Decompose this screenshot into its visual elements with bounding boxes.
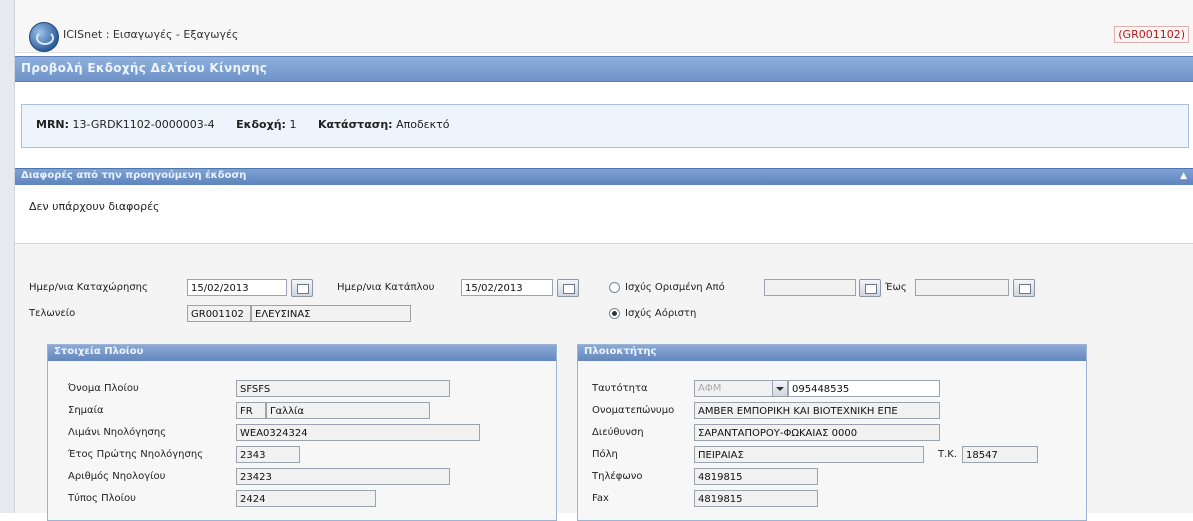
differences-header[interactable]: Διαφορές από την προηγούμενη έκδοση ▲ (15, 168, 1193, 185)
ship-type-label: Τύπος Πλοίου (68, 493, 136, 504)
first-registration-year-label: Έτος Πρώτης Νηολόγησης (68, 449, 204, 460)
registry-port-input[interactable]: WEA0324324 (236, 424, 480, 441)
arrival-date-input[interactable]: 15/02/2013 (461, 279, 553, 296)
address-input[interactable]: ΣΑΡΑΝΤΑΠΟΡΟΥ-ΦΩΚΑΙΑΣ 0000 (694, 424, 940, 441)
ship-name-label: Όνομα Πλοίου (68, 383, 139, 394)
ship-panel-header: Στοιχεία Πλοίου (48, 345, 556, 361)
city-label: Πόλη (592, 449, 618, 460)
customs-label: Τελωνείο (29, 308, 76, 319)
registry-number-input[interactable]: 23423 (236, 468, 450, 485)
differences-text: Δεν υπάρχουν διαφορές (29, 200, 160, 213)
page-header-bar: Προβολή Εκδοχής Δελτίου Κίνησης (15, 56, 1193, 82)
valid-from-calendar-icon[interactable] (859, 279, 881, 297)
identity-type-select[interactable]: ΑΦΜ (694, 380, 788, 397)
address-label: Διεύθυνση (592, 427, 644, 438)
flag-name-input: Γαλλία (266, 402, 430, 419)
fax-label: Fax (592, 493, 609, 504)
version-label: Εκδοχή: (236, 118, 286, 131)
owner-panel-title: Πλοιοκτήτης (584, 346, 657, 357)
page-title: Προβολή Εκδοχής Δελτίου Κίνησης (21, 61, 268, 75)
fax-input[interactable]: 4819815 (694, 490, 818, 507)
first-registration-year-input[interactable]: 2343 (236, 446, 300, 463)
valid-from-radio[interactable] (609, 282, 620, 293)
city-input[interactable]: ΠΕΙΡΑΙΑΣ (694, 446, 924, 463)
flag-code-input[interactable]: FR (236, 402, 266, 419)
left-frame-strip (0, 0, 15, 513)
identity-label: Ταυτότητα (592, 383, 648, 394)
office-code-badge: (GR001102) (1114, 26, 1189, 43)
mrn-info-box: MRN: 13-GRDK1102-0000003-4 Εκδοχή: 1 Κατ… (21, 104, 1189, 148)
title-bar: ICISnet : Εισαγωγές - Εξαγωγές (GR001102… (15, 0, 1193, 53)
phone-label: Τηλέφωνο (592, 471, 643, 482)
registration-date-label: Ημερ/νια Καταχώρησης (29, 282, 148, 293)
customs-name-input: ΕΛΕΥΣΙΝΑΣ (251, 305, 411, 322)
ship-name-input[interactable]: SFSFS (236, 380, 450, 397)
differences-panel: Δεν υπάρχουν διαφορές (15, 185, 1193, 244)
chevron-down-icon[interactable] (772, 381, 787, 396)
identity-number-input[interactable]: 095448535 (788, 380, 940, 397)
arrival-date-label: Ημερ/νια Κατάπλου (337, 282, 435, 293)
registration-date-input[interactable]: 15/02/2013 (187, 279, 287, 296)
mrn-value: 13-GRDK1102-0000003-4 (72, 118, 215, 131)
until-calendar-icon[interactable] (1013, 279, 1035, 297)
declaration-form: Ημερ/νια Καταχώρησης 15/02/2013 Ημερ/νια… (15, 244, 1193, 521)
arrival-date-calendar-icon[interactable] (557, 279, 579, 297)
registration-date-calendar-icon[interactable] (291, 279, 313, 297)
unlimited-validity-label: Ισχύς Αόριστη (625, 308, 697, 319)
status-value: Αποδεκτό (396, 118, 450, 131)
version-value: 1 (289, 118, 297, 131)
app-title: ICISnet : Εισαγωγές - Εξαγωγές (63, 28, 239, 41)
ship-panel-title: Στοιχεία Πλοίου (54, 346, 144, 357)
phone-input[interactable]: 4819815 (694, 468, 818, 485)
differences-title: Διαφορές από την προηγούμενη έκδοση (21, 170, 247, 181)
registry-number-label: Αριθμός Νηολογίου (68, 471, 166, 482)
unlimited-validity-radio[interactable] (609, 308, 620, 319)
ship-panel: Στοιχεία Πλοίου Όνομα Πλοίου SFSFS Σημαί… (47, 344, 557, 521)
mrn-line: MRN: 13-GRDK1102-0000003-4 Εκδοχή: 1 Κατ… (36, 118, 449, 131)
postal-code-label: Τ.Κ. (938, 449, 958, 460)
ship-type-input[interactable]: 2424 (236, 490, 376, 507)
mrn-label: MRN: (36, 118, 70, 131)
owner-panel: Πλοιοκτήτης Ταυτότητα ΑΦΜ 095448535 Ονομ… (577, 344, 1087, 521)
owner-panel-header: Πλοιοκτήτης (578, 345, 1086, 361)
full-name-input[interactable]: AMBER ΕΜΠΟΡΙΚΗ ΚΑΙ ΒΙΟΤΕΧΝΙΚΗ ΕΠΕ (694, 402, 940, 419)
valid-from-input[interactable] (764, 279, 856, 296)
status-label: Κατάσταση: (317, 118, 393, 131)
icisnet-logo-icon (29, 22, 59, 52)
full-name-label: Ονοματεπώνυμο (592, 405, 675, 416)
application-window: ICISnet : Εισαγωγές - Εξαγωγές (GR001102… (15, 0, 1193, 521)
valid-from-label: Ισχύς Ορισμένη Από (625, 282, 725, 293)
postal-code-input[interactable]: 18547 (962, 446, 1038, 463)
collapse-icon[interactable]: ▲ (1180, 171, 1187, 181)
customs-code-input[interactable]: GR001102 (187, 305, 251, 322)
registry-port-label: Λιμάνι Νηολόγησης (68, 427, 167, 438)
identity-type-value: ΑΦΜ (698, 383, 722, 394)
until-label: Έως (885, 282, 907, 293)
until-input[interactable] (915, 279, 1009, 296)
flag-label: Σημαία (68, 405, 104, 416)
